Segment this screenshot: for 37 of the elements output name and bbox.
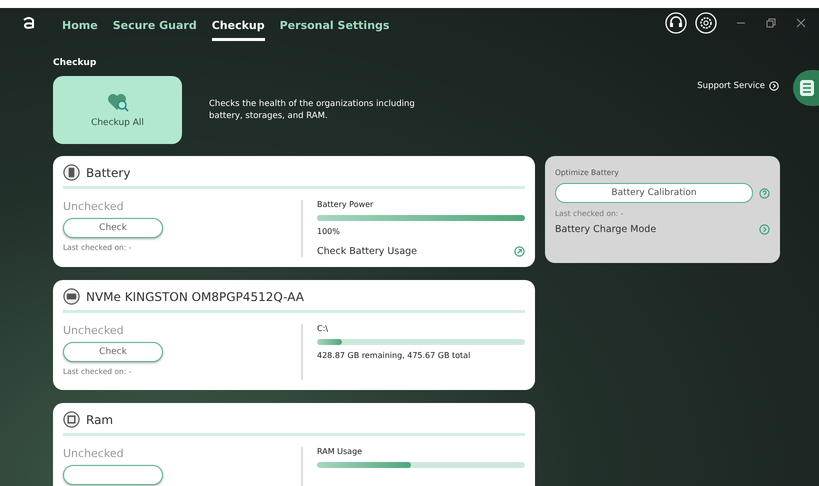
battery-icon [63, 164, 80, 181]
nav-tab[interactable]: Checkup [212, 15, 265, 41]
card-title: Ram [86, 412, 114, 426]
nav-tab[interactable]: Home [62, 15, 98, 41]
chevron-right-icon [769, 81, 779, 91]
check-button[interactable]: Check [63, 218, 163, 238]
section-title: Checkup [53, 58, 98, 68]
nav-tab[interactable]: Secure Guard [112, 15, 197, 41]
settings-icon[interactable] [695, 12, 717, 34]
external-arrow-icon[interactable] [514, 246, 525, 257]
status-text: Unchecked [63, 324, 125, 337]
chip-icon [63, 411, 80, 428]
checkup-all-button[interactable]: Checkup All [53, 76, 182, 144]
drive-icon [63, 288, 80, 305]
status-text: Unchecked [63, 200, 125, 213]
notes-icon [799, 79, 815, 97]
status-text: Unchecked [63, 447, 125, 460]
restore-icon[interactable] [765, 17, 777, 29]
reading-text: 428.87 GB remaining, 475.67 GB total [317, 351, 472, 360]
nav-tab[interactable]: Personal Settings [280, 15, 390, 41]
meter-label: Battery Power [317, 200, 374, 209]
meter-label: RAM Usage [317, 447, 364, 456]
reading-text: 100% [317, 227, 341, 236]
logo-icon [22, 16, 36, 30]
close-icon[interactable] [795, 17, 807, 29]
charge-mode-link[interactable]: Battery Charge Mode [555, 224, 656, 235]
heart-search-icon [106, 92, 128, 112]
battery-calibration-button[interactable]: Battery Calibration [555, 183, 753, 203]
check-button[interactable]: Check [63, 342, 163, 362]
usage-link[interactable]: Check Battery Usage [317, 246, 418, 257]
headset-icon[interactable] [665, 12, 687, 34]
check-button[interactable] [63, 465, 163, 485]
checkup-description: Checks the health of the organizations including battery, storages, and RAM. [209, 99, 416, 123]
meter-label: C:\ [317, 324, 329, 333]
card-title: Battery [86, 166, 130, 180]
support-service-link[interactable]: Support Service [697, 81, 779, 91]
card-title: NVMe KINGSTON OM8PGP4512Q-AA [86, 290, 304, 304]
